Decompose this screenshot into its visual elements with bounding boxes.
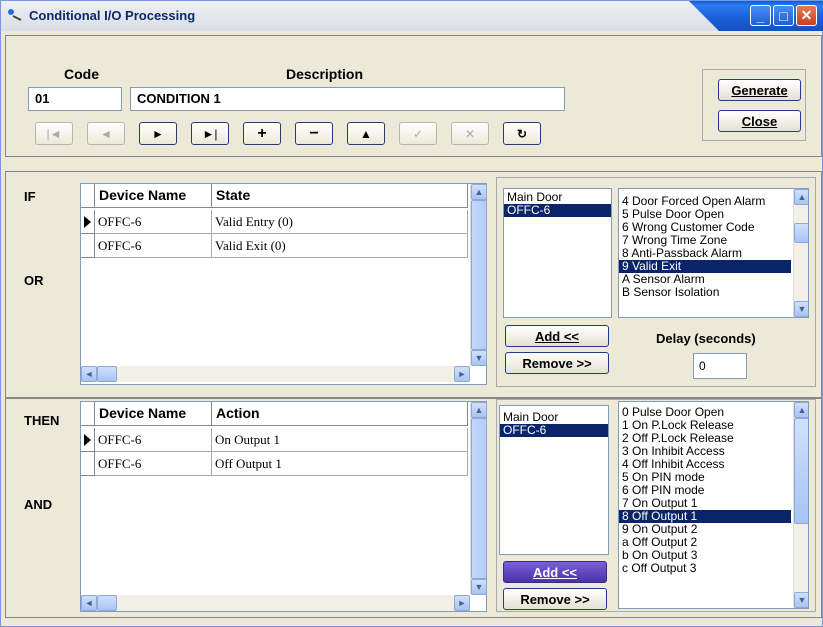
if-grid-vscroll[interactable]: ▲ ▼ bbox=[470, 184, 487, 366]
row-indicator-header bbox=[81, 184, 95, 208]
title-bar[interactable]: Conditional I/O Processing _ □ ✕ bbox=[1, 1, 823, 31]
if-door-list[interactable]: Main Door OFFC-6 bbox=[503, 188, 612, 318]
row-indicator-header bbox=[81, 402, 95, 426]
scroll-thumb[interactable] bbox=[471, 200, 487, 350]
row-indicator bbox=[81, 234, 95, 258]
delay-input[interactable]: 0 bbox=[693, 353, 747, 379]
if-event-list[interactable]: 4 Door Forced Open Alarm 5 Pulse Door Op… bbox=[618, 188, 809, 318]
close-button[interactable]: Close bbox=[718, 110, 801, 132]
then-add-button[interactable]: Add << bbox=[503, 561, 607, 583]
description-field[interactable]: CONDITION 1 bbox=[130, 87, 565, 111]
list-item[interactable]: B Sensor Isolation bbox=[619, 286, 808, 299]
cell-device: OFFC-6 bbox=[95, 452, 212, 476]
close-icon: ✕ bbox=[800, 7, 813, 23]
cell-action: On Output 1 bbox=[212, 428, 468, 452]
delete-record-button[interactable]: − bbox=[295, 122, 333, 145]
hscroll-thumb[interactable] bbox=[97, 595, 117, 611]
scroll-thumb[interactable] bbox=[471, 418, 487, 579]
post-up-button[interactable]: ▲ bbox=[347, 122, 385, 145]
next-record-button[interactable]: ► bbox=[139, 122, 177, 145]
then-grid-vscroll[interactable]: ▲ ▼ bbox=[470, 402, 487, 595]
code-field[interactable]: 01 bbox=[28, 87, 122, 111]
action-list-vscroll[interactable]: ▲ ▼ bbox=[793, 402, 808, 608]
scroll-down-icon[interactable]: ▼ bbox=[794, 301, 808, 317]
then-grid-header: Device Name Action bbox=[81, 402, 468, 426]
list-item-selected[interactable]: OFFC-6 bbox=[500, 424, 608, 437]
if-label: IF bbox=[24, 189, 36, 204]
close-window-button[interactable]: ✕ bbox=[796, 5, 817, 26]
window-title: Conditional I/O Processing bbox=[29, 8, 196, 23]
table-row[interactable]: OFFC-6 On Output 1 bbox=[81, 428, 468, 452]
scroll-up-icon[interactable]: ▲ bbox=[471, 184, 487, 200]
generate-button[interactable]: Generate bbox=[718, 79, 801, 101]
scroll-up-icon[interactable]: ▲ bbox=[471, 402, 487, 418]
current-row-icon bbox=[81, 428, 95, 452]
hscroll-thumb[interactable] bbox=[97, 366, 117, 382]
scroll-up-icon[interactable]: ▲ bbox=[794, 189, 808, 205]
then-grid-hscroll[interactable]: ◄ ► bbox=[81, 595, 470, 611]
table-row[interactable]: OFFC-6 Valid Entry (0) bbox=[81, 210, 468, 234]
if-grid-header: Device Name State bbox=[81, 184, 468, 208]
code-label: Code bbox=[64, 66, 99, 82]
cell-action: Off Output 1 bbox=[212, 452, 468, 476]
row-indicator bbox=[81, 452, 95, 476]
col-state[interactable]: State bbox=[212, 184, 468, 208]
refresh-button[interactable]: ↻ bbox=[503, 122, 541, 145]
maximize-button[interactable]: □ bbox=[773, 5, 794, 26]
scroll-down-icon[interactable]: ▼ bbox=[794, 592, 808, 608]
col-action[interactable]: Action bbox=[212, 402, 468, 426]
col-device-name[interactable]: Device Name bbox=[95, 402, 212, 426]
cell-device: OFFC-6 bbox=[95, 210, 212, 234]
add-record-button[interactable]: + bbox=[243, 122, 281, 145]
table-row[interactable]: OFFC-6 Off Output 1 bbox=[81, 452, 468, 476]
maximize-icon: □ bbox=[779, 7, 788, 24]
if-grid-hscroll[interactable]: ◄ ► bbox=[81, 366, 470, 382]
cell-device: OFFC-6 bbox=[95, 234, 212, 258]
minimize-button[interactable]: _ bbox=[750, 5, 771, 26]
col-device-name[interactable]: Device Name bbox=[95, 184, 212, 208]
edit-record-button[interactable]: ✓ bbox=[399, 122, 437, 145]
if-add-button[interactable]: Add << bbox=[505, 325, 609, 347]
scroll-thumb[interactable] bbox=[794, 223, 808, 243]
scroll-down-icon[interactable]: ▼ bbox=[471, 579, 487, 595]
cell-state: Valid Entry (0) bbox=[212, 210, 468, 234]
then-grid[interactable]: Device Name Action OFFC-6 On Output 1 OF… bbox=[80, 401, 487, 612]
table-row[interactable]: OFFC-6 Valid Exit (0) bbox=[81, 234, 468, 258]
current-row-icon bbox=[81, 210, 95, 234]
minimize-icon: _ bbox=[756, 7, 765, 24]
scroll-right-icon[interactable]: ► bbox=[454, 366, 470, 382]
if-remove-button[interactable]: Remove >> bbox=[505, 352, 609, 374]
scroll-up-icon[interactable]: ▲ bbox=[794, 402, 808, 418]
if-grid[interactable]: Device Name State OFFC-6 Valid Entry (0)… bbox=[80, 183, 487, 385]
last-record-button[interactable]: ►| bbox=[191, 122, 229, 145]
description-label: Description bbox=[286, 66, 364, 82]
scroll-right-icon[interactable]: ► bbox=[454, 595, 470, 611]
list-item[interactable]: c Off Output 3 bbox=[619, 562, 808, 575]
or-label: OR bbox=[24, 273, 44, 288]
cell-device: OFFC-6 bbox=[95, 428, 212, 452]
cancel-edit-button[interactable]: ✕ bbox=[451, 122, 489, 145]
scroll-down-icon[interactable]: ▼ bbox=[471, 350, 487, 366]
and-label: AND bbox=[24, 497, 53, 512]
then-label: THEN bbox=[24, 413, 60, 428]
list-item-selected[interactable]: OFFC-6 bbox=[504, 204, 611, 217]
first-record-button[interactable]: |◄ bbox=[35, 122, 73, 145]
app-icon bbox=[8, 9, 22, 21]
then-remove-button[interactable]: Remove >> bbox=[503, 588, 607, 610]
then-door-list[interactable]: Main Door OFFC-6 bbox=[499, 405, 609, 555]
event-list-vscroll[interactable]: ▲ ▼ bbox=[793, 189, 808, 317]
delay-label: Delay (seconds) bbox=[656, 331, 756, 346]
scroll-left-icon[interactable]: ◄ bbox=[81, 595, 97, 611]
then-action-list[interactable]: 0 Pulse Door Open 1 On P.Lock Release 2 … bbox=[618, 401, 809, 609]
prev-record-button[interactable]: ◄ bbox=[87, 122, 125, 145]
window: Conditional I/O Processing _ □ ✕ Code De… bbox=[0, 0, 823, 627]
scroll-thumb[interactable] bbox=[794, 418, 808, 524]
scroll-left-icon[interactable]: ◄ bbox=[81, 366, 97, 382]
cell-state: Valid Exit (0) bbox=[212, 234, 468, 258]
